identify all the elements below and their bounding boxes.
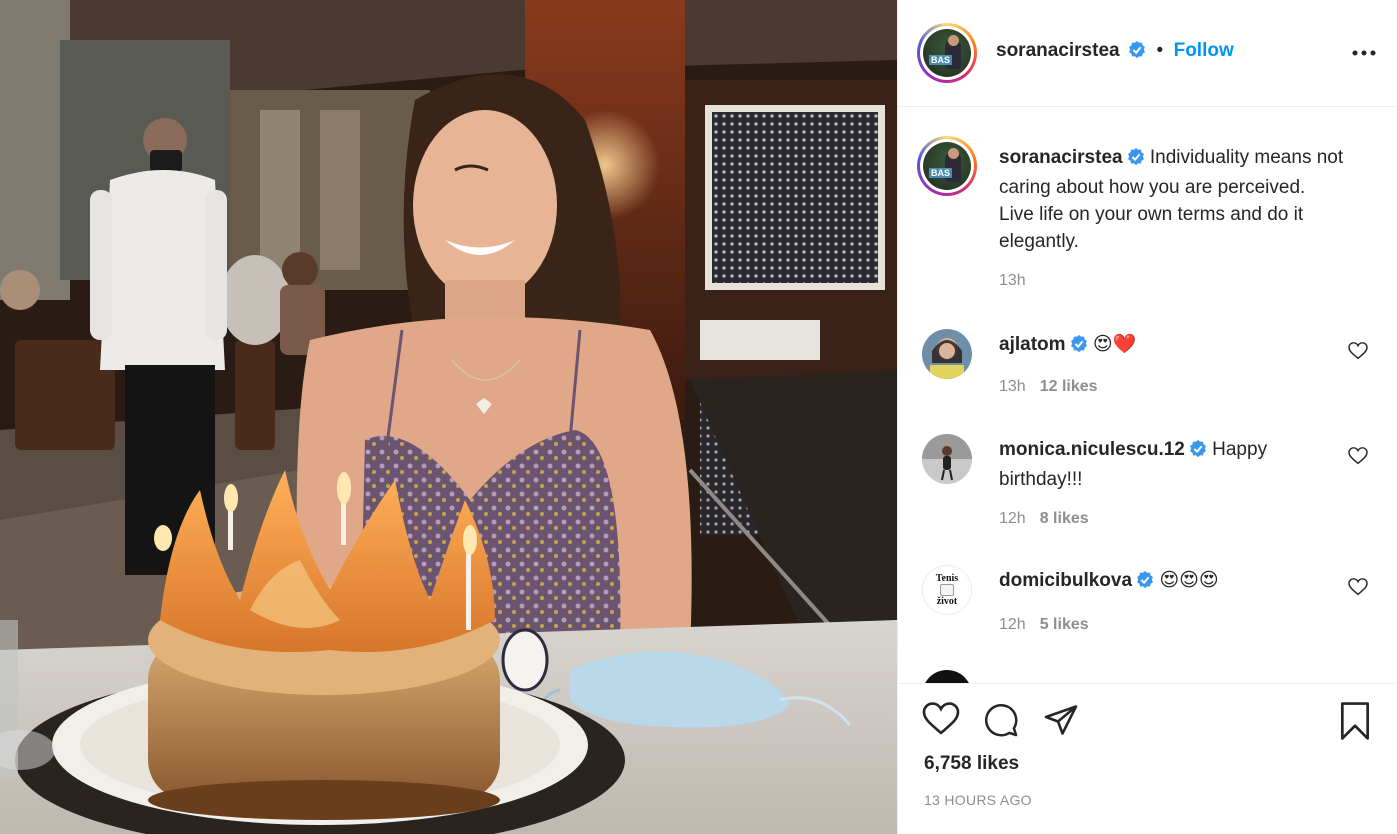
comment-meta: 13h 12 likes	[999, 378, 1098, 396]
avatar-brand-line: život	[936, 596, 958, 607]
more-options-icon[interactable]	[1352, 44, 1376, 62]
post-actions: 6,758 likes 13 HOURS AGO	[898, 683, 1397, 834]
author-avatar[interactable]: BAS	[917, 23, 977, 83]
header-user-line: soranacirstea • Follow	[996, 40, 1234, 64]
comment-time[interactable]: 12h	[999, 616, 1026, 633]
commenter-avatar[interactable]	[922, 329, 972, 379]
avatar-brand-line: Tenis	[935, 573, 959, 584]
verified-badge-icon	[1128, 41, 1146, 64]
author-username[interactable]: soranacirstea	[996, 40, 1120, 61]
comment-username[interactable]: domicibulkova	[999, 570, 1132, 591]
verified-badge-icon	[1070, 334, 1088, 361]
comment-meta: 12h 5 likes	[999, 616, 1089, 634]
caption-username[interactable]: soranacirstea	[999, 147, 1123, 168]
comment-username[interactable]: monica.niculescu.12	[999, 439, 1185, 460]
post-header: BAS soranacirstea • Follow	[898, 0, 1397, 107]
verified-badge-icon	[1189, 439, 1207, 466]
verified-badge-icon	[1136, 570, 1154, 597]
comment-body: 😍😍😍	[1159, 569, 1219, 591]
heart-icon[interactable]	[922, 702, 960, 741]
comment-text: ajlatom 😍❤️	[999, 331, 1344, 361]
caption-author-avatar[interactable]: BAS	[917, 136, 977, 196]
comment-body: 😍❤️	[1092, 333, 1137, 355]
post-timestamp[interactable]: 13 HOURS AGO	[924, 792, 1032, 808]
comment-username[interactable]: ajlatom	[999, 334, 1066, 355]
commenter-avatar[interactable]	[922, 670, 972, 683]
caption-text: soranacirstea Individuality means not ca…	[999, 144, 1344, 255]
heart-outline-icon[interactable]	[1348, 578, 1368, 601]
birthday-cake-photo	[0, 0, 897, 834]
follow-button[interactable]: Follow	[1174, 40, 1234, 61]
heart-outline-icon[interactable]	[1348, 447, 1368, 470]
caption-time[interactable]: 13h	[999, 272, 1026, 290]
verified-badge-icon	[1127, 147, 1145, 174]
comment-text: domicibulkova 😍😍😍	[999, 567, 1344, 597]
bookmark-icon[interactable]	[1338, 702, 1372, 745]
comment-likes[interactable]: 5 likes	[1040, 616, 1089, 633]
commenter-avatar[interactable]: Tenis život	[922, 565, 972, 615]
post-details-panel: BAS soranacirstea • Follow BAS soranacir…	[897, 0, 1397, 834]
comment-text: monica.niculescu.12 Happy birthday!!!	[999, 436, 1344, 493]
comment-time[interactable]: 12h	[999, 510, 1026, 527]
comment-likes[interactable]: 8 likes	[1040, 510, 1089, 527]
comment-likes[interactable]: 12 likes	[1040, 378, 1098, 395]
heart-outline-icon[interactable]	[1348, 342, 1368, 365]
paper-plane-icon[interactable]	[1042, 702, 1080, 743]
post-like-count[interactable]: 6,758 likes	[924, 753, 1019, 775]
commenter-avatar[interactable]	[922, 434, 972, 484]
comment-bubble-icon[interactable]	[982, 702, 1020, 743]
comments-list[interactable]: BAS soranacirstea Individuality means no…	[898, 108, 1397, 683]
post-photo	[0, 0, 897, 834]
separator-dot: •	[1156, 40, 1164, 61]
comment-time[interactable]: 13h	[999, 378, 1026, 395]
comment-meta: 12h 8 likes	[999, 510, 1089, 528]
